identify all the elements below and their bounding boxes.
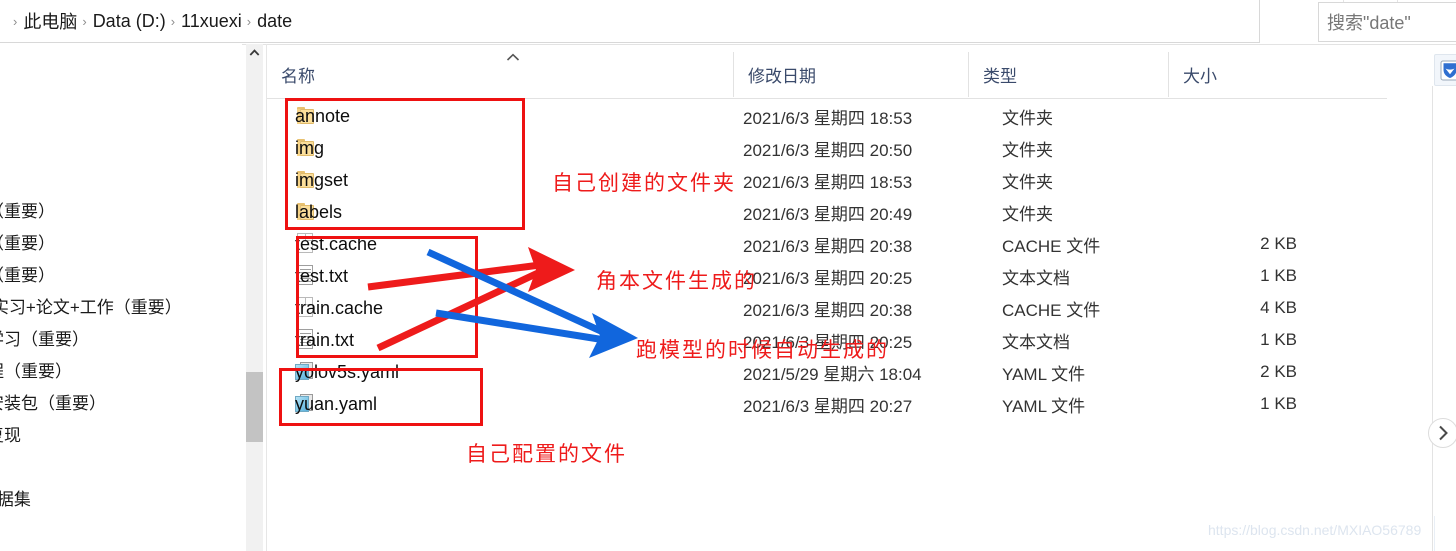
file-size: 4 KB [1260,298,1297,317]
file-date: 2021/6/3 星期四 20:25 [743,268,913,288]
file-size: 1 KB [1260,394,1297,413]
file-list-header: 名称 修改日期 类型 大小 [267,52,1387,99]
file-name[interactable]: train.txt [295,324,354,356]
file-date: 2021/6/3 星期四 20:38 [743,236,913,256]
table-row[interactable]: labels 2021/6/3 星期四 20:49 文件夹 [267,196,1387,228]
file-type: CACHE 文件 [1002,236,1101,256]
breadcrumb-separator-1: › [82,13,87,29]
file-date: 2021/6/3 星期四 20:50 [743,140,913,160]
table-row[interactable]: imgset 2021/6/3 星期四 18:53 文件夹 [267,164,1387,196]
nav-item-5[interactable]: 课程（重要） [0,356,72,388]
nav-item-9[interactable]: +数据集 [0,484,31,516]
breadcrumb-item-1[interactable]: Data (D:) [93,11,166,32]
chevron-up-icon [249,48,260,56]
breadcrumb-item-2[interactable]: 11xuexi [181,11,242,32]
file-size [1222,100,1297,132]
watermark-text: https://blog.csdn.net/MXIAO56789 [1208,522,1422,538]
file-type: 文件夹 [1002,140,1053,160]
file-date: 2021/6/3 星期四 20:27 [743,396,913,416]
file-name[interactable]: yuan.yaml [295,388,377,420]
nav-item-3[interactable]: 考研+实习+论文+工作（重要） [0,292,182,324]
file-type: 文件夹 [1002,172,1053,192]
caret-up-icon [506,53,520,61]
nav-item-1[interactable]: 记（重要） [0,228,55,260]
column-header-type[interactable]: 类型 [968,52,1168,97]
table-row[interactable]: annote 2021/6/3 星期四 18:53 文件夹 [267,100,1387,132]
sort-ascending-caret [506,52,520,64]
file-size [1222,196,1297,228]
file-size [1222,164,1297,196]
right-rail [1432,86,1456,551]
table-row[interactable]: test.cache 2021/6/3 星期四 20:38 CACHE 文件 2… [267,228,1387,260]
file-size: 2 KB [1260,234,1297,253]
file-name[interactable]: test.cache [295,228,377,260]
scrollbar-thumb[interactable] [246,372,263,442]
search-placeholder: 搜索"date" [1327,13,1411,33]
table-row[interactable]: train.cache 2021/6/3 星期四 20:38 CACHE 文件 … [267,292,1387,324]
file-size: 1 KB [1260,266,1297,285]
file-type: YAML 文件 [1002,364,1086,384]
annotation-note-script-generated: 角本文件生成的 [596,269,757,293]
navigation-scrollbar[interactable] [246,44,263,551]
column-header-name[interactable]: 名称 [267,52,733,97]
annotation-note-folders: 自己创建的文件夹 [552,171,736,195]
file-name[interactable]: img [295,132,324,164]
shield-icon [1440,60,1456,80]
file-list[interactable]: annote 2021/6/3 星期四 18:53 文件夹 img 2021/6… [267,100,1387,440]
file-name[interactable]: labels [295,196,342,228]
file-type: YAML 文件 [1002,396,1086,416]
nav-item-0[interactable]: 频（重要） [0,196,55,228]
scroll-up-button[interactable] [246,44,263,61]
breadcrumb-item-3[interactable]: date [257,11,292,32]
nav-item-4[interactable]: 目学习（重要） [0,324,89,356]
file-type: 文本文档 [1002,332,1070,352]
nav-item-2[interactable]: 目（重要） [0,260,55,292]
file-size: 2 KB [1260,362,1297,381]
breadcrumb-item-0[interactable]: 此电脑 [23,8,77,34]
annotation-note-auto-generated: 跑模型的时候自动生成的 [636,338,889,362]
watermark-divider [1434,516,1435,551]
table-row[interactable]: yuan.yaml 2021/6/3 星期四 20:27 YAML 文件 1 K… [267,388,1387,420]
table-row[interactable]: test.txt 2021/6/3 星期四 20:25 文本文档 1 KB [267,260,1387,292]
file-name[interactable]: annote [295,100,350,132]
breadcrumb-separator-3: › [246,13,252,29]
file-date: 2021/6/3 星期四 18:53 [743,108,913,128]
file-size: 1 KB [1260,330,1297,349]
file-date: 2021/6/3 星期四 20:49 [743,204,913,224]
breadcrumb[interactable]: › 此电脑 › Data (D:) › 11xuexi › date [0,0,1260,43]
breadcrumb-separator-2: › [170,13,176,29]
expand-panel-button[interactable] [1428,418,1456,448]
file-type: 文件夹 [1002,108,1053,128]
column-header-size[interactable]: 大小 [1168,52,1308,97]
search-input[interactable]: 搜索"date" [1318,2,1456,42]
file-type: 文本文档 [1002,268,1070,288]
annotation-note-config: 自己配置的文件 [466,442,627,466]
file-size [1222,132,1297,164]
column-header-date[interactable]: 修改日期 [733,52,968,97]
file-type: 文件夹 [1002,204,1053,224]
file-name[interactable]: train.cache [295,292,383,324]
navigation-pane[interactable]: 频（重要） 记（重要） 目（重要） 考研+实习+论文+工作（重要） 目学习（重要… [0,44,242,551]
file-date: 2021/6/3 星期四 20:38 [743,300,913,320]
security-shield-button[interactable] [1434,54,1456,86]
file-date: 2021/6/3 星期四 18:53 [743,172,913,192]
chevron-right-icon [1438,425,1448,441]
table-row[interactable]: img 2021/6/3 星期四 20:50 文件夹 [267,132,1387,164]
file-name[interactable]: yolov5s.yaml [295,356,399,388]
breadcrumb-separator-0: › [13,13,18,29]
nav-item-7[interactable]: 法复现 [0,420,21,452]
nav-item-6[interactable]: 序安装包（重要） [0,388,106,420]
file-name[interactable]: imgset [295,164,348,196]
file-name[interactable]: test.txt [295,260,348,292]
address-bar: › 此电脑 › Data (D:) › 11xuexi › date 搜索"da… [0,0,1456,45]
file-type: CACHE 文件 [1002,300,1101,320]
